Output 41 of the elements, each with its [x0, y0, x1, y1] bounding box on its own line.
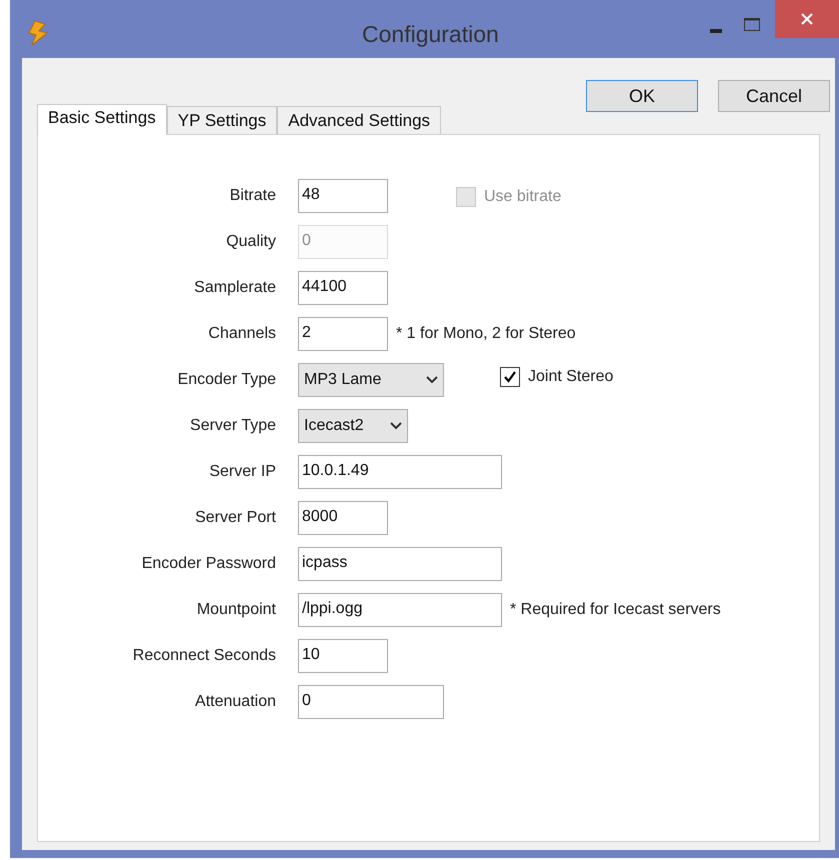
- window-title: Configuration: [362, 20, 499, 49]
- field-label: Encoder Password: [140, 554, 276, 574]
- tab[interactable]: YP Settings: [166, 106, 278, 134]
- text-field[interactable]: 2: [298, 317, 388, 351]
- dropdown[interactable]: MP3 Lame: [298, 363, 444, 397]
- field-label: Server Type: [189, 416, 276, 436]
- text-field[interactable]: 44100: [298, 271, 388, 305]
- field-label: Reconnect Seconds: [132, 646, 276, 666]
- lightning-logo-icon: [26, 20, 50, 46]
- field-label: Channels: [207, 324, 276, 344]
- close-button[interactable]: [775, 0, 839, 38]
- checkbox[interactable]: [500, 367, 520, 387]
- dialog-button[interactable]: OK: [586, 80, 698, 112]
- field-label: Quality: [225, 232, 276, 252]
- field-label: Mountpoint: [196, 600, 276, 620]
- text-field[interactable]: 10: [298, 639, 388, 673]
- dropdown[interactable]: Icecast2: [298, 409, 408, 443]
- chevron-down-icon: [390, 422, 402, 430]
- checkbox-label: Use bitrate: [484, 187, 562, 207]
- tab[interactable]: Advanced Settings: [277, 106, 442, 134]
- dialog-button[interactable]: Cancel: [718, 80, 830, 112]
- field-label: Server Port: [194, 508, 276, 528]
- hint-text: * 1 for Mono, 2 for Stereo: [396, 324, 576, 344]
- checkbox-label: Joint Stereo: [528, 367, 614, 387]
- text-field[interactable]: icpass: [298, 547, 502, 581]
- text-field[interactable]: 8000: [298, 501, 388, 535]
- text-field[interactable]: 48: [298, 179, 388, 213]
- text-field[interactable]: 10.0.1.49: [298, 455, 502, 489]
- close-icon: [801, 13, 813, 25]
- maximize-icon[interactable]: [744, 18, 760, 31]
- chevron-down-icon: [426, 376, 438, 384]
- tab[interactable]: Basic Settings: [37, 104, 167, 135]
- field-label: Encoder Type: [176, 370, 276, 390]
- field-label: Server IP: [208, 462, 276, 482]
- field-label: Bitrate: [228, 186, 276, 206]
- text-field[interactable]: 0: [298, 685, 444, 719]
- check-icon: [503, 370, 517, 384]
- text-field[interactable]: /lppi.ogg: [298, 593, 502, 627]
- field-label: Attenuation: [194, 692, 276, 712]
- hint-text: * Required for Icecast servers: [510, 600, 721, 620]
- field-label: Samplerate: [193, 278, 276, 298]
